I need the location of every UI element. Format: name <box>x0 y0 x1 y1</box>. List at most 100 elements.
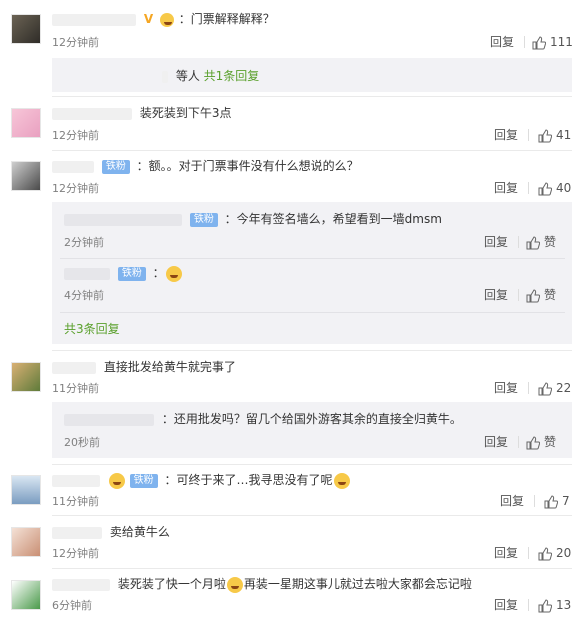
comment-text: 装死装到下午3点 <box>52 104 231 122</box>
comment-text: 铁粉 ：可终于来了…我寻思没有了呢 <box>52 471 351 489</box>
divider <box>518 236 519 248</box>
timestamp: 12分钟前 <box>52 129 99 142</box>
divider <box>528 382 529 394</box>
reply-button[interactable]: 回复 <box>490 34 514 50</box>
thumb-up-icon <box>538 546 552 560</box>
divider <box>528 129 529 141</box>
comment-text: V ：门票解释解释？ <box>52 10 275 28</box>
thumb-up-icon <box>526 235 540 249</box>
emoji-icon <box>159 12 174 27</box>
sub-reply-text: 铁粉 ：今年有签名墙么，希望看到一墙dmsm <box>64 210 442 228</box>
thumb-up-icon <box>526 435 540 449</box>
reply-button[interactable]: 回复 <box>494 597 518 613</box>
timestamp: 20秒前 <box>64 436 100 449</box>
like-button[interactable]: 20 <box>538 545 571 561</box>
verified-v-icon: V <box>143 12 154 26</box>
like-button[interactable]: 7 <box>544 493 570 509</box>
divider <box>52 150 572 151</box>
thumb-up-icon <box>526 288 540 302</box>
divider <box>524 36 525 48</box>
divider <box>52 350 572 351</box>
reply-button[interactable]: 回复 <box>494 127 518 143</box>
fan-badge: 铁粉 <box>117 266 146 281</box>
like-button[interactable]: 赞 <box>526 234 556 250</box>
blurred-username[interactable] <box>52 361 96 374</box>
timestamp: 12分钟前 <box>52 36 99 49</box>
blurred-username[interactable] <box>64 413 154 426</box>
timestamp: 12分钟前 <box>52 182 99 195</box>
thumb-up-icon <box>538 598 552 612</box>
view-all-replies-link[interactable]: 共3条回复 <box>64 320 120 337</box>
avatar[interactable] <box>11 475 41 505</box>
avatar[interactable] <box>11 527 41 557</box>
divider <box>518 436 519 448</box>
reply-button[interactable]: 回复 <box>484 434 508 450</box>
divider <box>518 289 519 301</box>
avatar[interactable] <box>11 108 41 138</box>
reply-button[interactable]: 回复 <box>494 545 518 561</box>
replies-box: 铁粉 ：今年有签名墙么，希望看到一墙dmsm 2分钟前 回复 赞 铁粉 ： 4分… <box>52 202 572 344</box>
divider <box>52 568 572 569</box>
blurred-username[interactable] <box>52 578 110 591</box>
like-button[interactable]: 22 <box>538 380 571 396</box>
like-button[interactable]: 41 <box>538 127 571 143</box>
blurred-username[interactable] <box>64 213 182 226</box>
divider <box>528 547 529 559</box>
blurred-username[interactable] <box>52 13 136 26</box>
sub-reply-text: ：还用批发吗？留几个给国外游客其余的直接全归黄牛。 <box>64 410 462 428</box>
timestamp: 12分钟前 <box>52 547 99 560</box>
comment-text: 卖给黄牛么 <box>52 523 170 541</box>
comment-text: 装死装了快一个月啦 再装一星期这事儿就过去啦大家都会忘记啦 <box>52 575 472 593</box>
avatar[interactable] <box>11 14 41 44</box>
comment-text: 直接批发给黄牛就完事了 <box>52 358 236 376</box>
reply-button[interactable]: 回复 <box>484 287 508 303</box>
reply-summary: 等人 共1条回复 <box>52 58 572 92</box>
emoji-icon <box>226 576 243 593</box>
fan-badge: 铁粉 <box>189 212 218 227</box>
emoji-icon <box>165 265 182 282</box>
like-button[interactable]: 13 <box>538 597 571 613</box>
thumb-up-icon <box>544 494 558 508</box>
blurred-username[interactable] <box>52 526 102 539</box>
divider <box>52 464 572 465</box>
emoji-icon <box>108 472 125 489</box>
thumb-up-icon <box>538 181 552 195</box>
divider <box>52 96 572 97</box>
blurred-username <box>162 70 168 83</box>
like-button[interactable]: 赞 <box>526 434 556 450</box>
divider <box>534 495 535 507</box>
divider <box>60 312 565 313</box>
thumb-up-icon <box>538 128 552 142</box>
fan-badge: 铁粉 <box>129 473 158 488</box>
fan-badge: 铁粉 <box>101 159 130 174</box>
view-replies-link[interactable]: 共1条回复 <box>204 69 260 83</box>
like-button[interactable]: 40 <box>538 180 571 196</box>
comment-text: 铁粉 ：额。。对于门票事件没有什么想说的么？ <box>52 157 359 175</box>
replies-box: ：还用批发吗？留几个给国外游客其余的直接全归黄牛。 20秒前 回复 赞 <box>52 402 572 458</box>
sub-reply-text: 铁粉 ： <box>64 264 183 282</box>
like-button[interactable]: 赞 <box>526 287 556 303</box>
timestamp: 2分钟前 <box>64 236 104 249</box>
blurred-username[interactable] <box>52 160 94 173</box>
divider <box>60 258 565 259</box>
emoji-icon <box>333 472 350 489</box>
blurred-username[interactable] <box>52 107 132 120</box>
reply-button[interactable]: 回复 <box>500 493 524 509</box>
thumb-up-icon <box>538 381 552 395</box>
divider <box>528 599 529 611</box>
thumb-up-icon <box>532 35 546 49</box>
timestamp: 11分钟前 <box>52 495 99 508</box>
reply-button[interactable]: 回复 <box>484 234 508 250</box>
divider <box>528 182 529 194</box>
avatar[interactable] <box>11 161 41 191</box>
avatar[interactable] <box>11 362 41 392</box>
reply-button[interactable]: 回复 <box>494 180 518 196</box>
like-button[interactable]: 111 <box>532 34 573 50</box>
blurred-username[interactable] <box>64 267 110 280</box>
timestamp: 6分钟前 <box>52 599 92 612</box>
divider <box>52 515 572 516</box>
reply-button[interactable]: 回复 <box>494 380 518 396</box>
avatar[interactable] <box>11 580 41 610</box>
timestamp: 11分钟前 <box>52 382 99 395</box>
blurred-username[interactable] <box>52 474 100 487</box>
